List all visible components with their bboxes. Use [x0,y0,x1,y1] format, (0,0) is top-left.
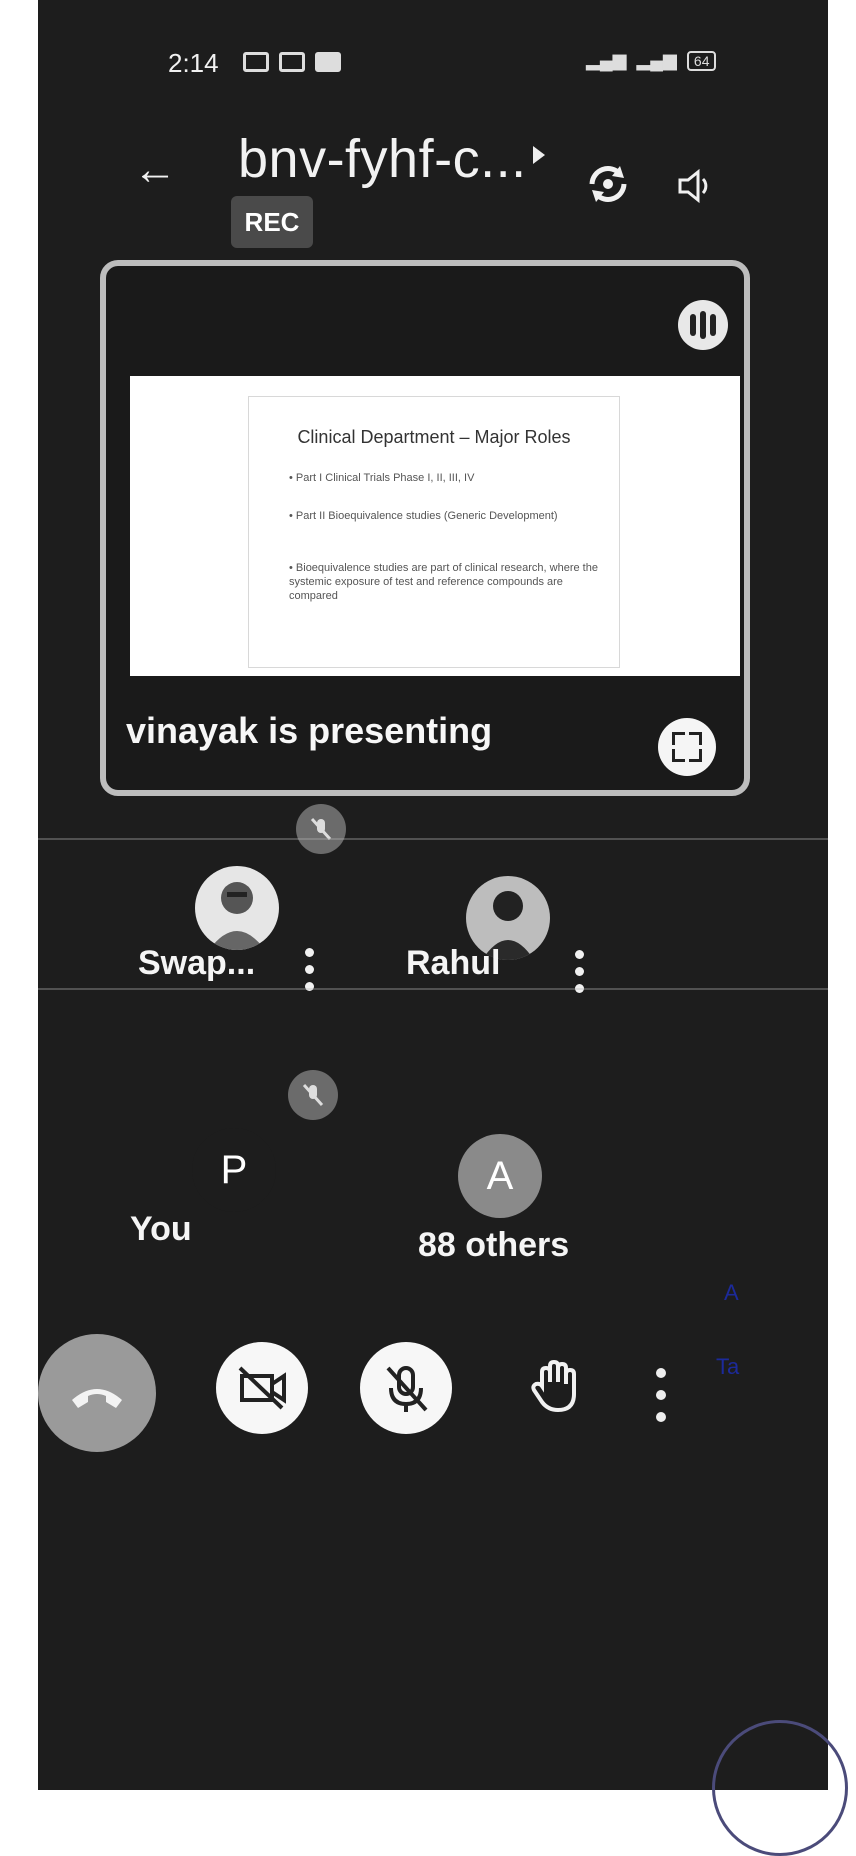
presenting-label: vinayak is presenting [126,710,493,751]
back-arrow-icon[interactable]: ← [133,148,177,192]
signal-icon-2: ▂▄▆ [636,50,677,70]
mic-muted-icon [296,804,346,854]
notification-icons [243,52,341,72]
participant-name[interactable]: 88 others [418,1226,569,1265]
message-icon [243,52,269,72]
scan-line [38,838,828,840]
switch-camera-icon[interactable] [586,162,630,206]
signal-icon: ▂▄▆ [586,50,627,70]
mic-toggle-button[interactable] [360,1342,452,1434]
margin-text: A [724,1280,739,1305]
participant-menu-icon[interactable] [303,948,315,992]
speaker-icon[interactable] [676,166,716,206]
participant-name: Rahul [406,944,501,982]
status-time: 2:14 [168,48,219,78]
audio-level-icon [678,300,728,350]
title-chevron-icon[interactable] [533,146,545,164]
system-icons: ▂▄▆ ▂▄▆ 64 [586,50,717,71]
avatar[interactable]: A [458,1134,542,1218]
hangup-button[interactable] [38,1334,156,1452]
shared-screen: Clinical Department – Major Roles • Part… [130,376,740,676]
participant-name: Swap... [138,944,256,982]
meet-screen: 2:14 ▂▄▆ ▂▄▆ 64 ← bnv-fyhf-c... REC Clin… [38,0,828,1790]
status-bar: 2:14 ▂▄▆ ▂▄▆ 64 [38,0,828,100]
hangup-icon [72,1389,122,1408]
app-icon [315,52,341,72]
meeting-title[interactable]: bnv-fyhf-c... [238,128,527,190]
more-options-icon[interactable] [654,1368,668,1428]
camera-toggle-button[interactable] [216,1342,308,1434]
margin-text: Ta [716,1354,740,1379]
slide-bullet: • Part I Clinical Trials Phase I, II, II… [289,472,475,484]
hand-icon [531,1359,576,1413]
avatar[interactable]: P [192,1128,276,1212]
raise-hand-button[interactable] [526,1356,586,1416]
slide-bullet: • Part II Bioequivalence studies (Generi… [289,510,558,522]
recording-badge: REC [231,196,313,248]
presentation-tile[interactable]: Clinical Department – Major Roles • Part… [100,260,750,796]
battery-icon: 64 [686,50,717,71]
slide-bullet: • Bioequivalence studies are part of cli… [289,562,598,602]
mic-muted-icon [288,1070,338,1120]
avatar[interactable] [195,866,279,950]
camera-icon [279,52,305,72]
slide: Clinical Department – Major Roles • Part… [248,396,620,668]
stamp-seal [712,1720,848,1856]
fullscreen-icon[interactable] [658,718,716,776]
video-off-icon [238,1366,286,1410]
scan-line [38,988,828,990]
slide-title: Clinical Department – Major Roles [297,427,571,447]
participant-name: You [130,1210,192,1248]
mic-off-icon [386,1366,428,1412]
